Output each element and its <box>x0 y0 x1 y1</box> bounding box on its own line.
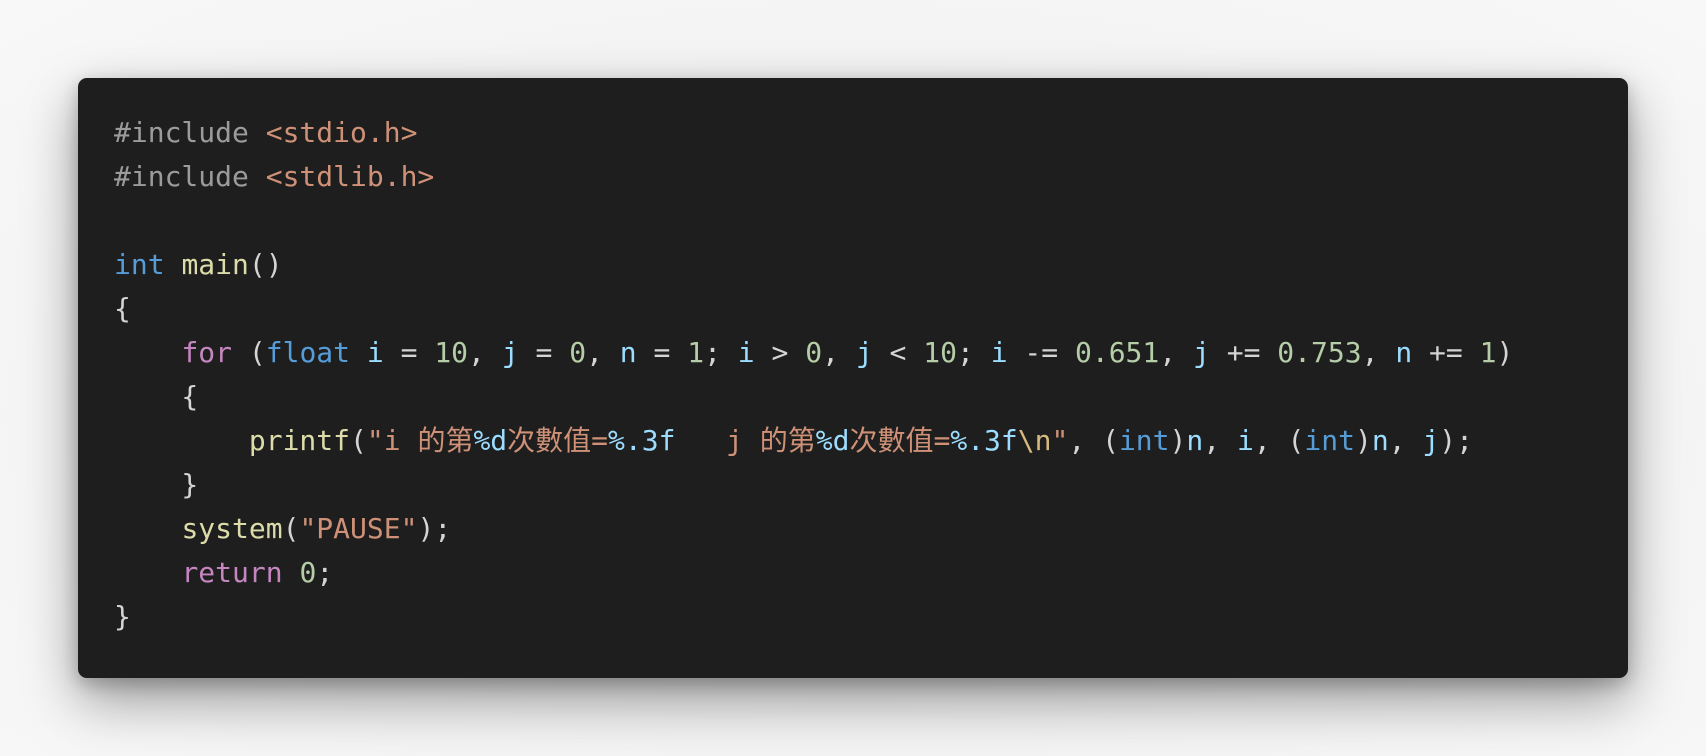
number-token: 0.753 <box>1277 336 1362 369</box>
format-specifier-token: %d <box>473 424 508 457</box>
punctuation-token: ; <box>956 336 991 369</box>
punctuation-token: } <box>114 600 131 633</box>
variable-token: i <box>737 336 755 369</box>
punctuation-token: += <box>1209 336 1278 369</box>
punctuation-token <box>114 336 181 369</box>
punctuation-token: = <box>383 336 435 369</box>
punctuation-token <box>114 424 249 457</box>
variable-token: i <box>366 336 384 369</box>
code-block: #include <stdio.h> #include <stdlib.h> in… <box>114 111 1513 639</box>
punctuation-token: , <box>822 336 856 369</box>
punctuation-token: ); <box>417 512 452 545</box>
punctuation-token: , ( <box>1253 424 1305 457</box>
punctuation-token <box>114 512 181 545</box>
code-line-8: printf("i 的第%d次數值=%.3f j 的第%d次數值=%.3f\n"… <box>114 419 1513 463</box>
variable-token: n <box>1395 336 1413 369</box>
punctuation-token <box>283 556 300 589</box>
function-name-token: system <box>181 512 283 545</box>
punctuation-token: , <box>586 336 620 369</box>
punctuation-token: ) <box>1354 424 1372 457</box>
punctuation-token: , <box>1159 336 1193 369</box>
type-keyword-token: float <box>265 336 351 369</box>
code-line-10: system("PAUSE"); <box>114 507 1513 551</box>
control-keyword-token: for <box>181 336 233 369</box>
string-token: <stdio.h> <box>265 116 418 149</box>
punctuation-token: ( <box>350 424 367 457</box>
variable-token: n <box>619 336 637 369</box>
code-line-2: #include <stdlib.h> <box>114 155 1513 199</box>
punctuation-token: ) <box>1169 424 1187 457</box>
punctuation-token <box>114 556 181 589</box>
code-window: #include <stdio.h> #include <stdlib.h> in… <box>78 78 1628 678</box>
type-keyword-token: int <box>1304 424 1355 457</box>
code-line-1: #include <stdio.h> <box>114 111 1513 155</box>
code-line-12: } <box>114 595 1513 639</box>
string-token: " <box>1051 424 1069 457</box>
function-name-token: main <box>181 248 249 281</box>
variable-token: j <box>1193 336 1210 369</box>
format-specifier-token: %d <box>815 424 850 457</box>
string-token: <stdlib.h> <box>265 160 435 193</box>
variable-token: j <box>1422 424 1440 457</box>
punctuation-token: ); <box>1439 424 1473 457</box>
punctuation-token <box>165 248 182 281</box>
string-token: 次數值= <box>849 424 951 457</box>
punctuation-token: ; <box>316 556 334 589</box>
type-keyword-token: int <box>1118 424 1170 457</box>
format-specifier-token: %.3f <box>608 424 676 457</box>
preprocessor-token: #include <box>114 160 266 193</box>
variable-token: i <box>1236 424 1254 457</box>
string-token: "PAUSE" <box>299 512 418 545</box>
punctuation-token: ( <box>232 336 266 369</box>
number-token: 10 <box>434 336 469 369</box>
punctuation-token: , <box>468 336 502 369</box>
control-keyword-token: return <box>181 556 283 589</box>
punctuation-token: { <box>114 380 199 413</box>
string-token: j 的第 <box>675 424 816 457</box>
punctuation-token: = <box>518 336 570 369</box>
escape-sequence-token: \n <box>1017 424 1052 457</box>
variable-token: j <box>855 336 873 369</box>
variable-token: i <box>990 336 1008 369</box>
number-token: 0 <box>805 336 823 369</box>
number-token: 0 <box>299 556 317 589</box>
code-line-11: return 0; <box>114 551 1513 595</box>
string-token: "i 的第 <box>366 424 474 457</box>
punctuation-token: ; <box>704 336 738 369</box>
punctuation-token <box>350 336 367 369</box>
punctuation-token: < <box>872 336 924 369</box>
number-token: 1 <box>687 336 705 369</box>
punctuation-token: -= <box>1007 336 1075 369</box>
code-line-6: for (float i = 10, j = 0, n = 1; i > 0, … <box>114 331 1513 375</box>
number-token: 0 <box>569 336 587 369</box>
preprocessor-token: #include <box>114 116 266 149</box>
function-name-token: printf <box>248 424 351 457</box>
punctuation-token: () <box>248 248 283 281</box>
punctuation-token: } <box>114 468 199 501</box>
punctuation-token: > <box>754 336 806 369</box>
punctuation-token: , <box>1203 424 1237 457</box>
punctuation-token: , <box>1388 424 1423 457</box>
string-token: 次數值= <box>507 424 609 457</box>
type-keyword-token: int <box>114 248 165 281</box>
punctuation-token: ) <box>1496 336 1514 369</box>
punctuation-token: , ( <box>1068 424 1119 457</box>
format-specifier-token: %.3f <box>950 424 1018 457</box>
variable-token: n <box>1371 424 1389 457</box>
number-token: 0.651 <box>1074 336 1160 369</box>
variable-token: n <box>1186 424 1204 457</box>
punctuation-token: , <box>1361 336 1396 369</box>
punctuation-token: ( <box>282 512 300 545</box>
variable-token: j <box>501 336 519 369</box>
code-line-9: } <box>114 463 1513 507</box>
punctuation-token: { <box>114 292 131 325</box>
code-line-5: { <box>114 287 1513 331</box>
punctuation-token: = <box>636 336 688 369</box>
code-line-7: { <box>114 375 1513 419</box>
number-token: 1 <box>1479 336 1497 369</box>
number-token: 10 <box>923 336 957 369</box>
code-line-4: int main() <box>114 243 1513 287</box>
punctuation-token: += <box>1412 336 1480 369</box>
